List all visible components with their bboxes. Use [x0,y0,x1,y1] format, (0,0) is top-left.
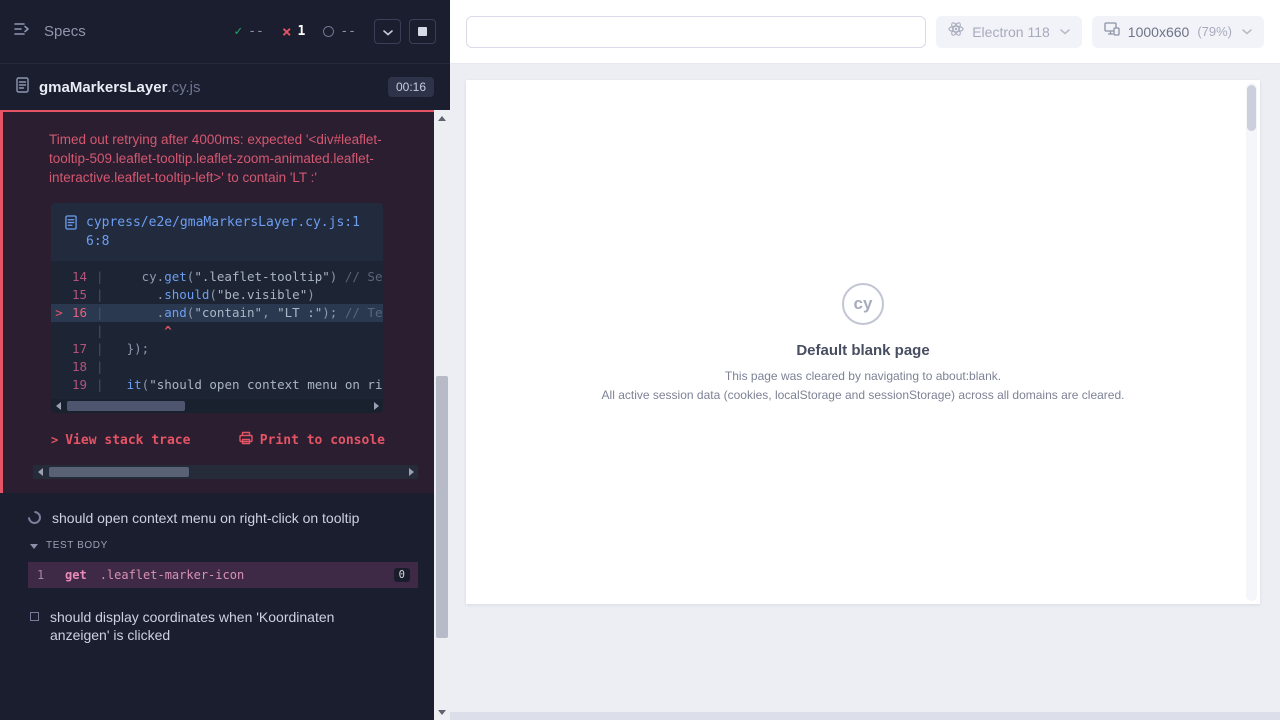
error-message: Timed out retrying after 4000ms: expecte… [33,124,409,203]
specs-label: Specs [44,23,86,40]
scrollbar-thumb[interactable] [1247,85,1256,131]
check-icon: ✓ [234,24,242,39]
scroll-left-icon[interactable] [51,399,65,413]
browser-select[interactable]: Electron 118 [936,16,1082,48]
scroll-up-icon[interactable] [434,110,450,126]
spec-header: gmaMarkersLayer.cy.js 00:16 [0,64,450,110]
print-to-console-button[interactable]: Print to console [239,431,385,449]
test-title: should display coordinates when 'Koordin… [50,608,394,644]
viewport-scale: (79%) [1197,24,1232,39]
aut-vertical-scrollbar[interactable] [1246,83,1257,601]
cypress-logo: cy [842,283,884,325]
chevron-down-icon [1242,29,1252,35]
cross-icon: × [282,24,292,40]
pending-circle-icon [323,26,334,37]
code-frame-file-link[interactable]: cypress/e2e/gmaMarkersLayer.cy.js:16:8 [51,203,383,261]
runner-bottom-scroll-track[interactable] [450,712,1280,720]
viewport-size: 1000x660 [1128,24,1190,40]
aut-iframe: cy Default blank page This page was clea… [466,80,1260,604]
command-log-row[interactable]: 1 get .leaflet-marker-icon 0 [28,562,418,588]
scrollbar-thumb[interactable] [436,376,448,638]
test-running-row[interactable]: should open context menu on right-click … [0,493,434,527]
view-stack-trace-link[interactable]: > View stack trace [51,433,190,448]
code-lines: 14| cy.get(".leaflet-tooltip") // Sele15… [51,261,383,399]
test-title: should open context menu on right-click … [52,509,400,527]
blank-page-title: Default blank page [796,342,929,359]
scroll-down-icon[interactable] [434,704,450,720]
scroll-left-icon[interactable] [33,465,47,479]
reporter-content: Timed out retrying after 4000ms: expecte… [0,110,434,720]
chevron-down-icon [383,23,393,41]
stop-button[interactable] [409,19,436,44]
collapse-all-button[interactable] [374,19,401,44]
command-method: get [65,568,87,582]
command-number: 1 [37,568,49,582]
file-icon [65,213,77,251]
spec-file-icon [16,77,29,98]
electron-icon [948,21,964,42]
command-count-badge: 0 [394,568,410,582]
test-pending-row[interactable]: should display coordinates when 'Koordin… [0,588,434,644]
url-toolbar: Electron 118 1000x660 (79%) [450,0,1280,64]
code-frame: cypress/e2e/gmaMarkersLayer.cy.js:16:8 1… [51,203,383,413]
stat-passed: ✓ -- [234,24,263,39]
command-message: .leaflet-marker-icon [100,568,394,582]
run-stats: ✓ -- × 1 -- [234,19,436,44]
spec-name: gmaMarkersLayer.cy.js [39,79,200,96]
scroll-right-icon[interactable] [404,465,418,479]
specs-bar: Specs ✓ -- × 1 -- [0,0,450,64]
specs-toggle[interactable]: Specs [14,22,86,41]
blank-page-line2: All active session data (cookies, localS… [602,388,1125,402]
test-body-toggle[interactable]: TEST BODY [0,527,434,557]
chevron-right-icon: > [51,433,58,447]
code-horizontal-scrollbar[interactable] [51,399,383,413]
stat-pending: -- [323,24,356,39]
error-actions: > View stack trace Print to console [51,431,385,449]
chevron-down-icon [1060,29,1070,35]
blank-page-line1: This page was cleared by navigating to a… [725,369,1001,383]
reporter-sidebar: Specs ✓ -- × 1 -- [0,0,450,720]
runner-panel: Electron 118 1000x660 (79%) [450,0,1280,720]
spinner-icon [25,508,43,526]
scrollbar-thumb[interactable] [49,467,189,477]
viewport-select[interactable]: 1000x660 (79%) [1092,16,1264,48]
reporter-body: Timed out retrying after 4000ms: expecte… [0,110,450,720]
stat-failed: × 1 [282,24,305,40]
error-horizontal-scrollbar[interactable] [33,465,418,479]
scrollbar-thumb[interactable] [67,401,185,411]
spec-duration-badge: 00:16 [388,77,434,97]
stop-icon [418,27,427,36]
cypress-app: Specs ✓ -- × 1 -- [0,0,1280,720]
aut-container: cy Default blank page This page was clea… [450,64,1280,712]
pending-square-icon [30,612,39,621]
viewport-icon [1104,22,1120,41]
failed-attempt-block: Timed out retrying after 4000ms: expecte… [0,110,434,493]
scroll-right-icon[interactable] [369,399,383,413]
chevron-down-icon [30,544,38,549]
specs-menu-icon [14,22,32,41]
reporter-vertical-scrollbar[interactable] [434,110,450,720]
browser-label: Electron 118 [972,24,1050,40]
print-icon [239,431,253,449]
url-input[interactable] [466,16,926,48]
test-body-label: TEST BODY [46,540,108,551]
